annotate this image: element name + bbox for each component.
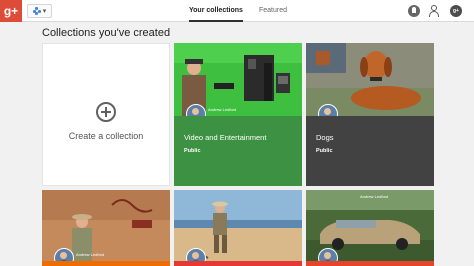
collection-card[interactable]: [174, 190, 302, 266]
add-person-icon[interactable]: [428, 5, 440, 17]
share-icon[interactable]: [450, 5, 462, 17]
tab-featured[interactable]: Featured: [259, 0, 287, 22]
owner-name: Andrew Ledford: [208, 107, 237, 112]
collection-card-dogs[interactable]: Dogs Public: [306, 43, 434, 186]
app-switcher-button[interactable]: ▾: [27, 4, 52, 18]
collection-info: Dogs Public: [306, 116, 434, 186]
tab-label: Featured: [259, 7, 288, 14]
collection-card-video[interactable]: Andrew Ledford Video and Entertainment P…: [174, 43, 302, 186]
notifications-icon[interactable]: [408, 5, 420, 17]
collection-visibility: Public: [316, 148, 333, 154]
color-band: [174, 261, 302, 266]
tab-your-collections[interactable]: Your collections: [189, 0, 243, 22]
add-circle-icon: [96, 102, 116, 122]
create-collection-label: Create a collection: [68, 131, 144, 141]
top-bar: g+ ▾ Your collections Featured: [0, 0, 474, 22]
google-plus-logo[interactable]: g+: [0, 0, 22, 22]
create-collection-card[interactable]: Create a collection: [42, 43, 170, 186]
active-tab-indicator: [189, 20, 243, 22]
owner-name: Andrew Ledford: [76, 252, 105, 257]
collection-name: Video and Entertainment: [184, 133, 267, 142]
collection-card[interactable]: Andrew Ledford: [306, 190, 434, 266]
collection-name: Dogs: [316, 133, 334, 142]
grid-icon: [32, 7, 41, 15]
collection-info: Video and Entertainment Public: [174, 116, 302, 186]
tab-label: Your collections: [189, 7, 243, 14]
color-band: [42, 261, 170, 266]
chevron-down-icon: ▾: [42, 7, 47, 15]
color-band: [306, 261, 434, 266]
collection-card[interactable]: Andrew Ledford: [42, 190, 170, 266]
page-title: Collections you've created: [42, 27, 171, 39]
owner-name: Andrew Ledford: [360, 194, 389, 199]
collection-visibility: Public: [184, 148, 201, 154]
